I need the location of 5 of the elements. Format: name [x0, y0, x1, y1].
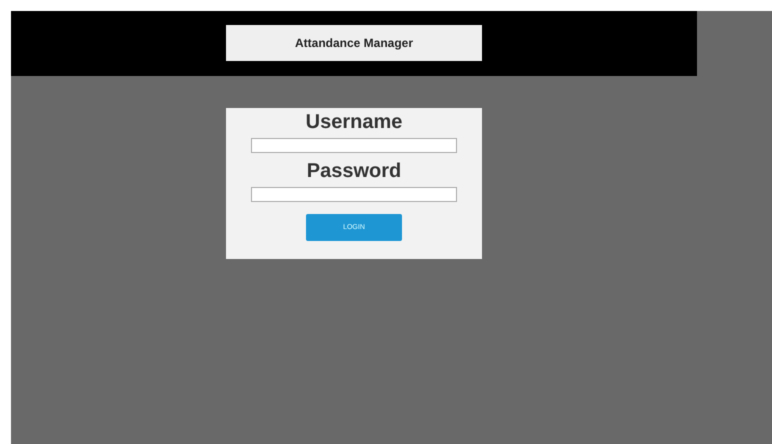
input-field[interactable] [251, 187, 457, 202]
field-label: Username [306, 110, 402, 134]
field-label: Password [306, 159, 402, 183]
input-field[interactable] [251, 138, 457, 153]
app-title: Attandance Manager [226, 25, 482, 61]
